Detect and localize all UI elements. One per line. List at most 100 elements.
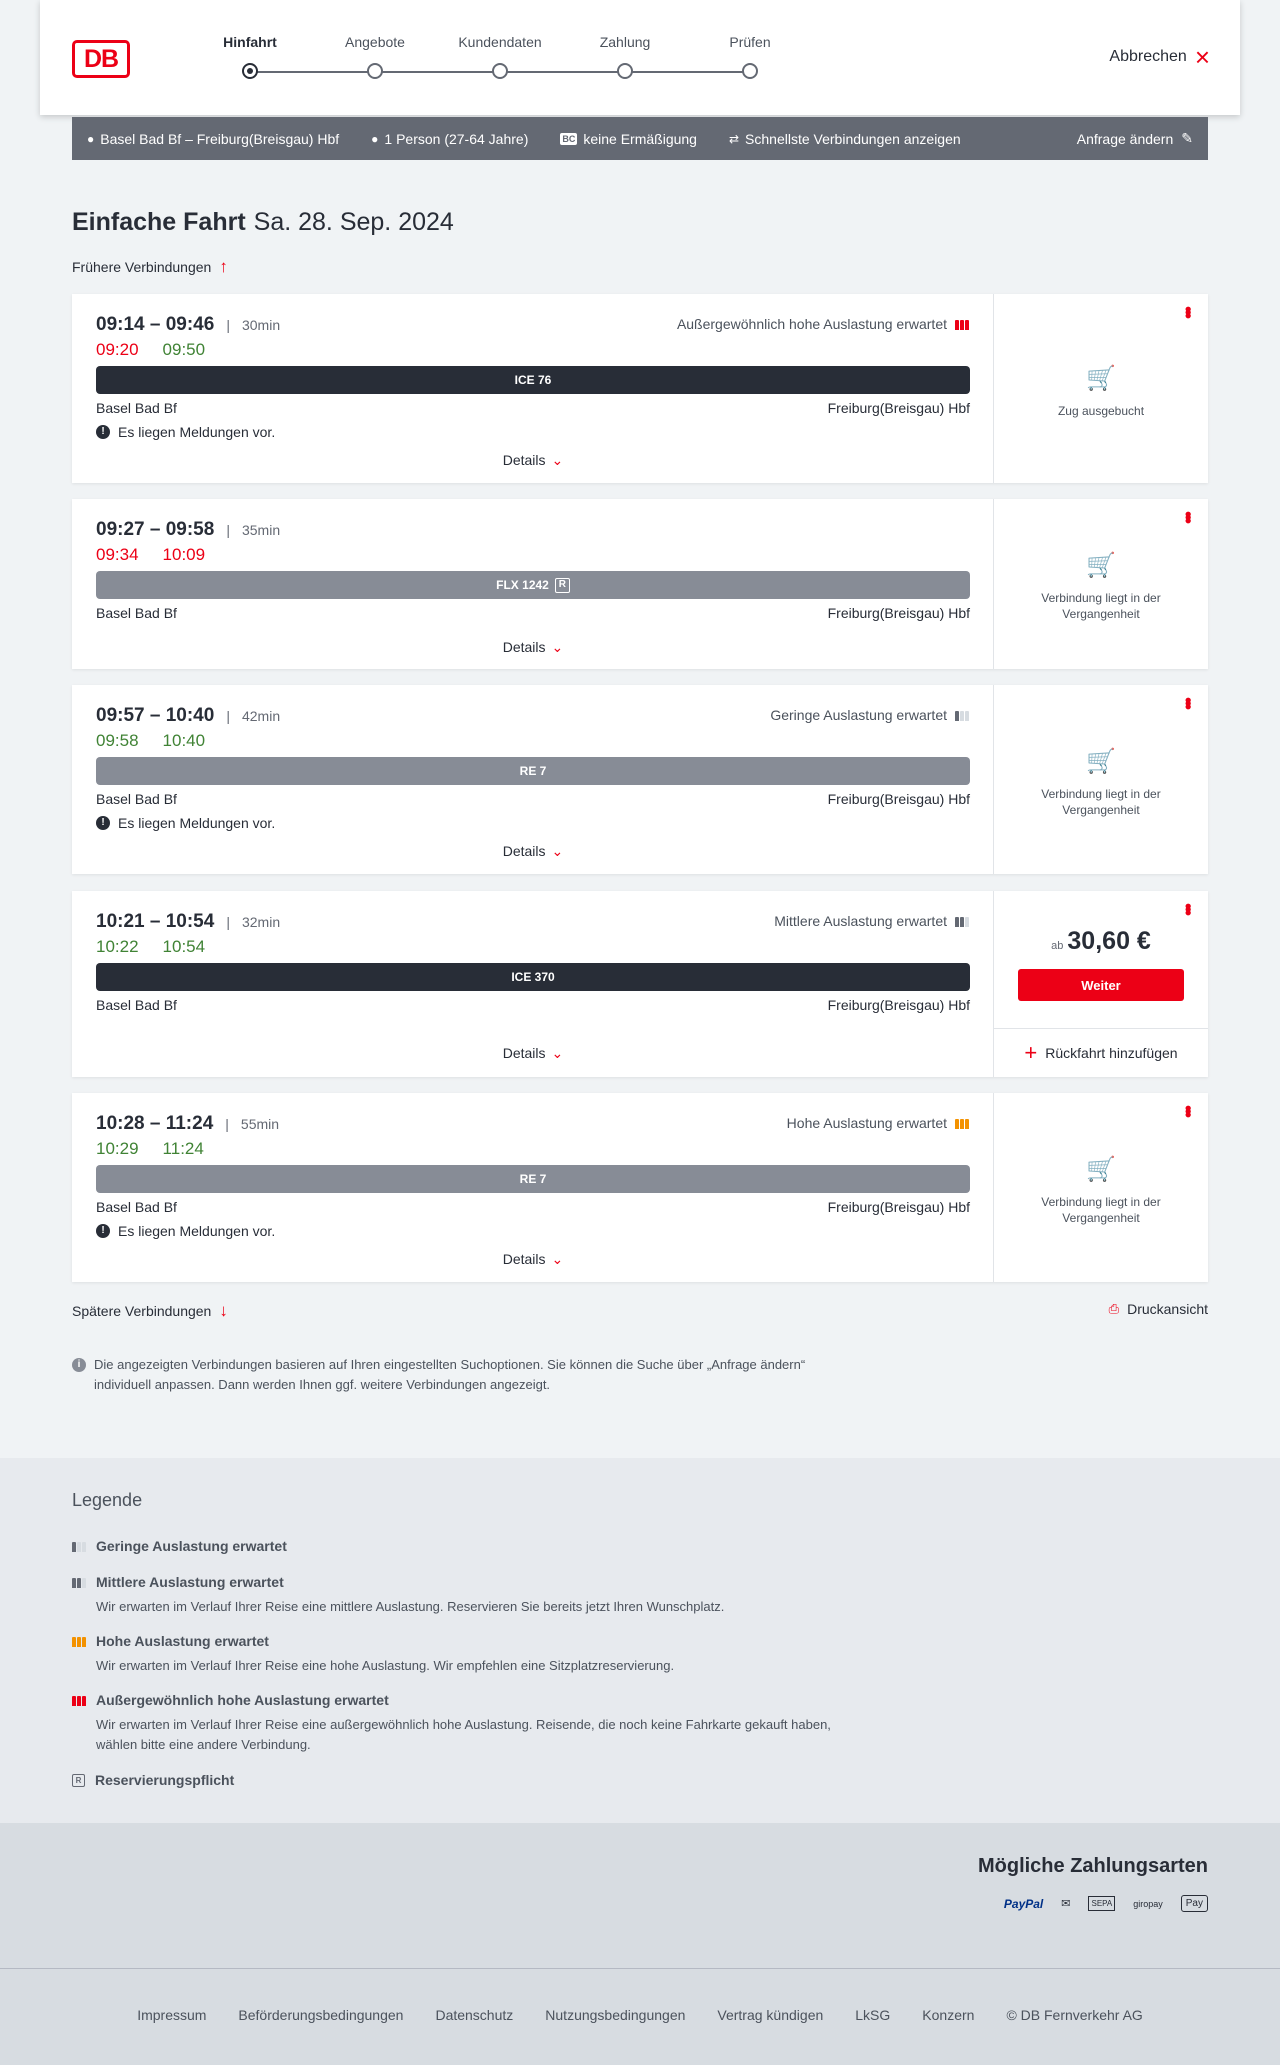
alert-icon: ! <box>96 816 110 830</box>
more-options-icon[interactable]: ••• <box>1178 306 1198 316</box>
later-connections-link[interactable]: Spätere Verbindungen ↓ <box>72 1301 228 1321</box>
notice-text: Es liegen Meldungen vor. <box>118 815 276 831</box>
details-label: Details <box>502 1045 546 1061</box>
train-bar[interactable]: FLX 1242 R <box>96 571 970 599</box>
realtime-times: 10:22 10:54 <box>96 937 205 957</box>
query-persons: ● 1 Person (27-64 Jahre) <box>371 131 528 147</box>
print-view-link[interactable]: ⎙ Druckansicht <box>1109 1301 1208 1317</box>
top-header: DB Hinfahrt Angebote Kundendaten Zahlung… <box>40 0 1240 115</box>
details-label: Details <box>502 843 546 859</box>
connection-card: 09:57 – 10:40 | 42min 09:58 10:40 Geringe A… <box>72 685 1208 874</box>
more-options-icon[interactable]: ••• <box>1178 1105 1198 1115</box>
cancel-button[interactable]: Abbrechen × <box>1109 42 1210 72</box>
load-text: Hohe Auslastung erwartet <box>786 1115 947 1131</box>
details-toggle[interactable]: Details ⌄ <box>72 1251 994 1268</box>
step-dot <box>617 63 633 79</box>
from-station: Basel Bad Bf <box>96 997 177 1013</box>
load-text: Mittlere Auslastung erwartet <box>774 913 947 929</box>
legend-item: Hohe Auslastung erwartet Wir erwarten im … <box>72 1633 872 1676</box>
load-indicator: Mittlere Auslastung erwartet <box>774 913 969 929</box>
realtime-departure: 10:22 <box>96 937 139 956</box>
offer-panel: ••• 🛒 Verbindung liegt in der Vergangenhe… <box>994 499 1208 669</box>
alert-icon: ! <box>96 425 110 439</box>
db-logo[interactable]: DB <box>72 40 130 78</box>
info-note-text: Die angezeigten Verbindungen basieren au… <box>94 1357 806 1392</box>
time-range: 09:14 – 09:46 <box>96 314 215 335</box>
more-options-icon[interactable]: ••• <box>1178 511 1198 521</box>
realtime-arrival: 11:24 <box>162 1139 204 1158</box>
step-kundendaten: Kundendaten <box>440 34 560 79</box>
step-dot <box>492 63 508 79</box>
step-dot <box>742 63 758 79</box>
payment-icons: PayPal ✉ SEPA giropay Pay <box>1004 1895 1208 1912</box>
from-station: Basel Bad Bf <box>96 1199 177 1215</box>
train-bar[interactable]: ICE 76 <box>96 366 970 394</box>
details-label: Details <box>502 1251 546 1267</box>
legend-item-title: Mittlere Auslastung erwartet <box>96 1574 284 1590</box>
load-text: Geringe Auslastung erwartet <box>770 707 947 723</box>
high-load-icon <box>955 1117 969 1129</box>
payment-section: Mögliche Zahlungsarten PayPal ✉ SEPA gir… <box>0 1823 1280 1968</box>
close-icon: × <box>1194 42 1210 72</box>
connection-info: 10:21 – 10:54 | 32min 10:22 10:54 Mittlere … <box>72 891 994 1077</box>
query-route: ● Basel Bad Bf – Freiburg(Breisgau) Hbf <box>87 131 339 147</box>
realtime-arrival: 10:09 <box>162 545 206 564</box>
connection-info: 09:14 – 09:46 | 30min 09:20 09:50 Außergewö… <box>72 294 994 483</box>
duration: 42min <box>241 708 281 724</box>
chevron-down-icon: ⌄ <box>551 843 564 859</box>
unavailable-status: 🛒 Verbindung liegt in der Vergangenheit <box>994 1155 1208 1226</box>
train-bar[interactable]: ICE 370 <box>96 963 970 991</box>
footer-link-lksg[interactable]: LkSG <box>855 2007 890 2023</box>
person-icon: ● <box>371 131 379 146</box>
duration: 32min <box>241 914 281 930</box>
realtime-departure: 09:34 <box>96 545 139 564</box>
details-toggle[interactable]: Details ⌄ <box>72 639 994 656</box>
footer-link-kuendigen[interactable]: Vertrag kündigen <box>717 2007 823 2023</box>
details-toggle[interactable]: Details ⌄ <box>72 843 994 860</box>
footer-link-impressum[interactable]: Impressum <box>137 2007 206 2023</box>
separator: | <box>226 522 230 538</box>
more-options-icon[interactable]: ••• <box>1178 697 1198 707</box>
swap-arrows-icon: ⇄ <box>728 131 740 146</box>
footer-links: Impressum Beförderungsbedingungen Datens… <box>0 2007 1280 2023</box>
change-request-button[interactable]: Anfrage ändern ✎ <box>1077 130 1193 147</box>
payment-title: Mögliche Zahlungsarten <box>977 1855 1208 1877</box>
continue-button[interactable]: Weiter <box>1018 969 1184 1001</box>
cancel-label: Abbrechen <box>1109 48 1187 65</box>
chevron-down-icon: ⌄ <box>551 1251 564 1267</box>
train-bar[interactable]: RE 7 <box>96 757 970 785</box>
train-bar[interactable]: RE 7 <box>96 1165 970 1193</box>
stations: Basel Bad Bf Freiburg(Breisgau) Hbf <box>96 400 970 416</box>
legend-title: Legende <box>72 1490 143 1510</box>
footer-link-datenschutz[interactable]: Datenschutz <box>435 2007 513 2023</box>
footer-link-konzern[interactable]: Konzern <box>922 2007 974 2023</box>
change-label: Anfrage ändern <box>1076 130 1174 147</box>
to-station: Freiburg(Breisgau) Hbf <box>827 1199 970 1215</box>
notice: ! Es liegen Meldungen vor. <box>96 424 275 440</box>
apple-pay-icon: Pay <box>1180 1895 1208 1912</box>
add-return-button[interactable]: + Rückfahrt hinzufügen <box>994 1028 1208 1077</box>
low-load-icon <box>955 709 969 721</box>
footer-link-befoerderung[interactable]: Beförderungsbedingungen <box>238 2007 403 2023</box>
connection-card: 10:28 – 11:24 | 55min 10:29 11:24 Hohe Ausl… <box>72 1093 1208 1282</box>
load-text: Außergewöhnlich hohe Auslastung erwartet <box>676 316 947 332</box>
schedule-times: 10:28 – 11:24 | 55min <box>96 1113 279 1135</box>
details-toggle[interactable]: Details ⌄ <box>72 1045 994 1062</box>
extreme-load-icon <box>72 1694 86 1706</box>
cart-unavailable-icon: 🛒 <box>1086 552 1116 579</box>
legend-item-title: Reservierungspflicht <box>95 1772 235 1788</box>
realtime-times: 09:34 10:09 <box>96 545 205 565</box>
step-label: Prüfen <box>729 34 771 50</box>
details-toggle[interactable]: Details ⌄ <box>72 452 994 469</box>
price: ab 30,60 € <box>994 927 1208 956</box>
trip-date: Sa. 28. Sep. 2024 <box>253 208 454 236</box>
earlier-connections-link[interactable]: Frühere Verbindungen ↑ <box>72 257 228 277</box>
from-station: Basel Bad Bf <box>96 400 177 416</box>
footer-link-nutzung[interactable]: Nutzungsbedingungen <box>545 2007 685 2023</box>
more-options-icon[interactable]: ••• <box>1178 903 1198 913</box>
connection-info: 09:57 – 10:40 | 42min 09:58 10:40 Geringe A… <box>72 685 994 874</box>
bahncard-icon: BC <box>560 132 578 145</box>
status-text: Verbindung liegt in der Vergangenheit <box>1041 1195 1161 1225</box>
realtime-arrival: 09:50 <box>162 340 206 359</box>
location-pin-icon: ● <box>87 131 95 146</box>
